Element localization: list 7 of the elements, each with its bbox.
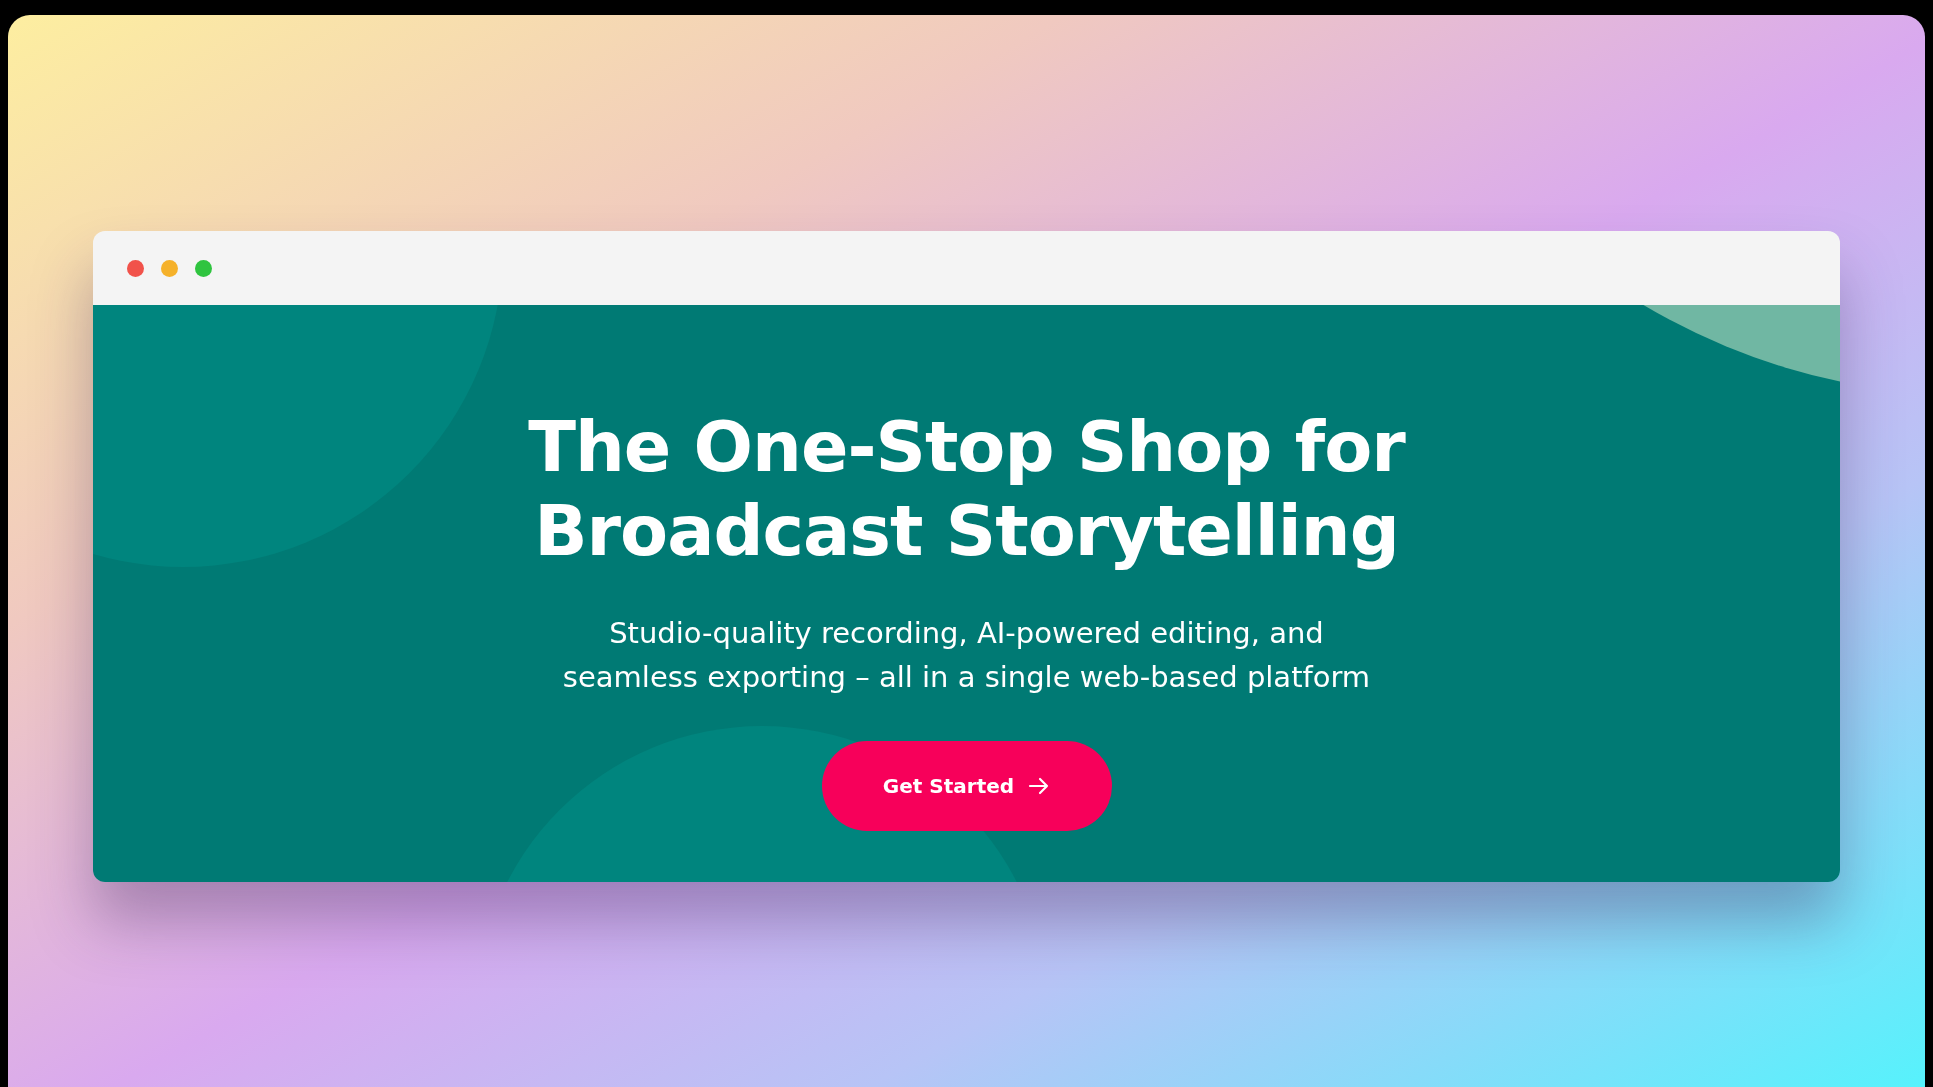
arrow-right-icon bbox=[1028, 777, 1051, 795]
hero-heading: The One-Stop Shop for Broadcast Storytelling bbox=[528, 405, 1405, 573]
get-started-button[interactable]: Get Started bbox=[821, 741, 1112, 831]
close-dot-icon bbox=[127, 259, 144, 277]
minimize-dot-icon bbox=[161, 259, 178, 277]
maximize-dot-icon bbox=[195, 259, 212, 277]
hero-subtitle: Studio-quality recording, AI-powered editing, and seamless exporting – all in a single web-based platform bbox=[562, 615, 1371, 696]
